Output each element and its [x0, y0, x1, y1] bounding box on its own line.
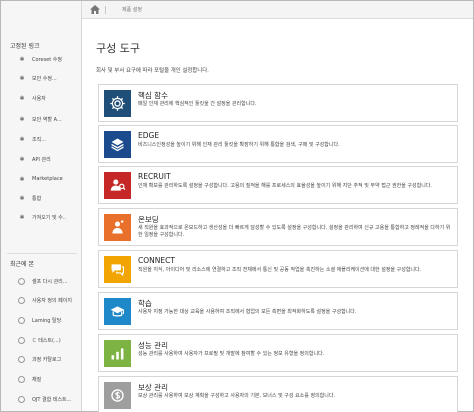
recent-item[interactable]: 셀프 다시 관리...	[2, 276, 81, 288]
sidebar-item-security-roles[interactable]: ✱ 보안 역할 A...	[2, 114, 81, 126]
recent-item-label: Laming 탈당	[32, 318, 62, 324]
sidebar-item-import[interactable]: ✱ 가져오기 및 수..	[2, 212, 81, 224]
card-onboarding[interactable]: 온보딩 새 직원을 효과적으로 온보드하고 생산성을 더 빠르게 달성할 수 있…	[98, 208, 458, 246]
recent-item[interactable]: 채질	[2, 374, 81, 386]
recent-item[interactable]: OJT 결합 테스트...	[2, 394, 81, 406]
breadcrumb-divider	[105, 6, 106, 14]
learning-icon	[104, 298, 131, 325]
card-title: EDGE	[138, 131, 160, 140]
recent-item-label: ㄷ 테스트(...)	[32, 338, 61, 344]
pin-icon: ✱	[19, 116, 25, 123]
sidebar-item-label: 가져오기 및 수..	[32, 215, 66, 221]
clock-icon	[18, 278, 25, 285]
pin-icon: ✱	[19, 214, 25, 221]
onboarding-icon	[104, 214, 131, 241]
sidebar-item-label: 사용자	[32, 96, 46, 102]
sidebar-divider	[7, 253, 77, 254]
card-core-functions[interactable]: 핵심 함수 매일 인재 관리에 핵심적인 툴킷을 간 설정을 관리합니다.	[98, 84, 458, 122]
card-title: 핵심 함수	[138, 91, 168, 100]
pin-icon: ✱	[19, 156, 25, 163]
recent-item-label: 과정 카탈로그	[32, 357, 62, 363]
card-title: 온보딩	[138, 215, 159, 224]
card-description: 직원을 지식, 아이디어 및 리소스에 연결하고 조직 전체에서 통신 및 공동…	[138, 267, 422, 273]
sidebar-item-coreset[interactable]: ✱ Coreset 수정	[2, 54, 81, 66]
clock-icon	[18, 356, 25, 363]
sidebar-item-label: API 관리	[32, 157, 51, 163]
card-title: 학습	[138, 299, 152, 308]
recent-item[interactable]: 과정 카탈로그	[2, 354, 81, 366]
recent-item[interactable]: 사용자 정의 페이지	[2, 295, 81, 307]
breadcrumb-current: 제품 설정	[122, 7, 142, 13]
card-description: 새 직원을 효과적으로 온보드하고 생산성을 더 빠르게 달성할 수 있도록 설…	[138, 225, 451, 238]
page-description: 회사 및 부서 요구에 따라 포털을 개인 설정합니다.	[96, 68, 209, 74]
clock-icon	[18, 337, 25, 344]
home-icon[interactable]	[90, 5, 100, 14]
recent-item[interactable]: ㄷ 테스트(...)	[2, 335, 81, 347]
gear-icon	[104, 90, 131, 117]
recent-item-label: OJT 결합 테스트...	[32, 397, 72, 403]
page-title: 구성 도구	[96, 42, 140, 55]
card-title: CONNECT	[138, 256, 175, 265]
clock-icon	[18, 396, 25, 403]
card-title: RECRUIT	[138, 172, 171, 181]
recent-item[interactable]: Laming 탈당	[2, 315, 81, 327]
card-description: 보상 관리를 사용하여 보상 계획을 구성하고 사용자의 기본, 보너스 및 구…	[138, 393, 336, 399]
recent-heading: 최근에 본	[10, 261, 34, 268]
sidebar-item-marketplace[interactable]: ✱ Marketplace	[2, 174, 81, 186]
card-description: 매일 인재 관리에 핵심적인 툴킷을 간 설정을 관리합니다.	[138, 101, 257, 107]
pinned-links-heading: 고정된 링크	[10, 43, 40, 50]
pin-icon: ✱	[19, 75, 25, 82]
sidebar-item-label: 보안 수정...	[32, 76, 57, 82]
sidebar-item-label: Coreset 수정	[32, 57, 63, 63]
breadcrumb-bar: 제품 설정	[82, 1, 473, 19]
sidebar: 고정된 링크 ✱ Coreset 수정 ✱ 보안 수정... ✱ 사용자 ✱ 보…	[1, 1, 82, 411]
sidebar-item-organization[interactable]: ✱ 조직...	[2, 134, 81, 146]
clock-icon	[18, 297, 25, 304]
recent-item-label: 사용자 정의 페이지	[32, 298, 72, 304]
pin-icon: ✱	[19, 195, 25, 202]
card-performance[interactable]: 성능 관리 성능 관리를 사용하여 사용자가 프로필 및 개발에 참여할 수 있…	[98, 334, 458, 372]
sidebar-item-label: 보안 역할 A...	[32, 117, 62, 123]
sidebar-item-api[interactable]: ✱ API 관리	[2, 154, 81, 166]
sidebar-item-label: 조직...	[32, 137, 46, 143]
card-description: 성능 관리를 사용하여 사용자가 프로필 및 개발에 참여할 수 있는 정보 유…	[138, 351, 325, 357]
sidebar-item-label: Marketplace	[32, 176, 63, 182]
layers-icon	[104, 131, 131, 158]
sidebar-item-security-edit[interactable]: ✱ 보안 수정...	[2, 73, 81, 85]
card-description: 사용자 지정 가능한 대상 교육을 사용하여 조직에서 협업의 모든 측면을 최…	[138, 309, 357, 315]
pin-icon: ✱	[19, 136, 25, 143]
pin-icon: ✱	[19, 176, 25, 183]
sidebar-item-label: 통합	[32, 196, 42, 202]
card-learning[interactable]: 학습 사용자 지정 가능한 대상 교육을 사용하여 조직에서 협업의 모든 측면…	[98, 292, 458, 330]
pin-icon: ✱	[19, 95, 25, 102]
clock-icon	[18, 317, 25, 324]
sidebar-item-integration[interactable]: ✱ 통합	[2, 193, 81, 205]
clock-icon	[18, 376, 25, 383]
chat-icon	[104, 256, 131, 283]
sidebar-item-users[interactable]: ✱ 사용자	[2, 93, 81, 105]
recent-item-label: 셀프 다시 관리...	[32, 279, 68, 285]
compensation-icon	[104, 382, 131, 409]
performance-icon	[104, 340, 131, 367]
card-connect[interactable]: CONNECT 직원을 지식, 아이디어 및 리소스에 연결하고 조직 전체에서…	[98, 250, 458, 288]
card-description: 비즈니스인정성을 높이기 위해 인재 관리 툴킷을 확장하기 위해 통합을 검색…	[138, 142, 340, 148]
card-compensation[interactable]: 보상 관리 보상 관리를 사용하여 보상 계획을 구성하고 사용자의 기본, 보…	[98, 376, 458, 412]
card-title: 성능 관리	[138, 341, 168, 350]
card-description: 인재 확보를 관리하도록 설정을 구성합니다. 고용의 질적을 해를 프로세스의…	[138, 183, 432, 189]
recent-item-label: 채질	[32, 377, 42, 383]
card-recruit[interactable]: RECRUIT 인재 확보를 관리하도록 설정을 구성합니다. 고용의 질적을 …	[98, 166, 458, 204]
card-edge[interactable]: EDGE 비즈니스인정성을 높이기 위해 인재 관리 툴킷을 확장하기 위해 통…	[98, 125, 458, 163]
card-title: 보상 관리	[138, 383, 168, 392]
recruit-icon	[104, 172, 131, 199]
pin-icon: ✱	[19, 56, 25, 63]
